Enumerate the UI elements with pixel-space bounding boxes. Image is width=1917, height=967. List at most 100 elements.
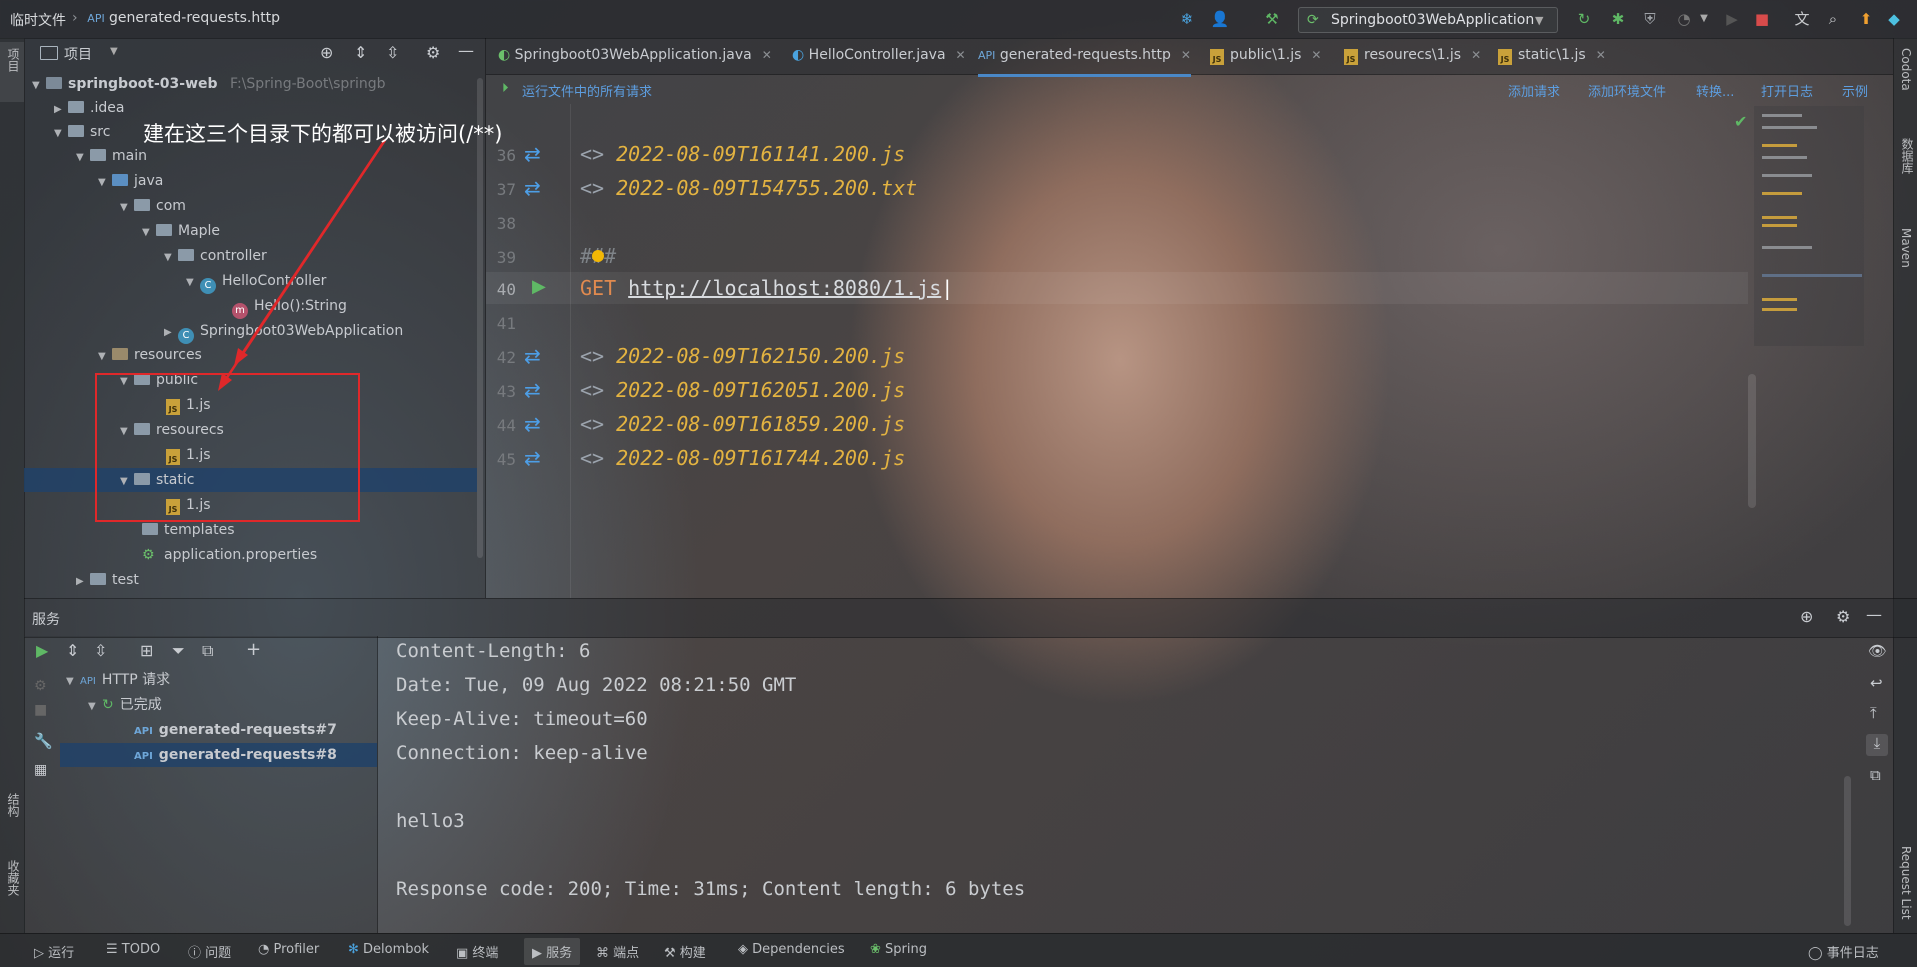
status-run[interactable]: ▷ 运行 [34, 942, 74, 961]
run-request-icon[interactable]: ▶ [532, 276, 546, 297]
minimap-line [1762, 144, 1797, 147]
tab-public-1js[interactable]: JS public\1.js ✕ [1210, 38, 1321, 74]
gutter-divider [570, 104, 571, 598]
tree-label: generated-requests#7 [158, 722, 337, 738]
services-tree-panel: ▶ ⇕ ⇳ ⊞ ⏷ ⧉ + ⚙ ■ 🔧 ▦ ▼ API HTTP 请求 ▼ ↻ 已完成 … [24, 636, 378, 933]
tab-static-1js[interactable]: JS static\1.js ✕ [1498, 38, 1606, 74]
response-file[interactable]: 2022-08-09T161744.200.js [616, 446, 905, 470]
response-link-icon[interactable]: ⇄ [524, 412, 541, 436]
no-problems-check-icon[interactable]: ✔ [1734, 112, 1747, 131]
open-log-link[interactable]: 打开日志 [1761, 81, 1813, 100]
run-all-requests-link[interactable]: 运行文件中的所有请求 [522, 81, 652, 100]
services-item-finished[interactable]: ▼ ↻ 已完成 [88, 693, 162, 717]
tab-springboot03webapplication[interactable]: ◐ Springboot03WebApplication.java ✕ [498, 38, 772, 74]
request-url[interactable]: http://localhost:8080/1.js [628, 276, 941, 300]
response-link-icon[interactable]: ⇄ [524, 344, 541, 368]
response-output[interactable]: Content-Length: 6 Date: Tue, 09 Aug 2022… [378, 636, 1868, 933]
locate-icon[interactable]: ⊕ [1800, 607, 1813, 626]
response-link-icon[interactable]: ⇄ [524, 446, 541, 470]
http-file-icon: API [978, 49, 996, 62]
minimize-icon[interactable]: — [1866, 605, 1882, 624]
copy-icon[interactable]: ⧉ [1870, 766, 1881, 784]
services-item-request-8[interactable]: API generated-requests#8 [60, 743, 377, 767]
gear-icon[interactable]: ⚙ [1836, 607, 1850, 626]
collapse-all-icon[interactable]: ⇳ [94, 641, 107, 660]
code-line-37: <> 2022-08-09T154755.200.txt [580, 176, 917, 200]
add-env-file-link[interactable]: 添加环境文件 [1588, 81, 1666, 100]
response-link-icon[interactable]: ⇄ [524, 142, 541, 166]
status-event-log[interactable]: ◯ 事件日志 [1808, 942, 1879, 961]
minimap-line [1762, 216, 1797, 219]
response-file[interactable]: 2022-08-09T162051.200.js [616, 378, 905, 402]
close-icon[interactable]: ✕ [956, 48, 966, 62]
stop-icon[interactable]: ■ [34, 702, 47, 718]
line-number: 43 [496, 382, 516, 401]
output-scrollbar[interactable] [1844, 776, 1851, 926]
response-file[interactable]: 2022-08-09T161859.200.js [616, 412, 905, 436]
code-line-40[interactable]: GET http://localhost:8080/1.js| [580, 276, 953, 300]
status-services[interactable]: ▶ 服务 [524, 938, 581, 965]
response-prefix: <> [580, 142, 605, 166]
close-icon[interactable]: ✕ [1181, 48, 1191, 62]
editor-area[interactable]: 36 ⇄ <> 2022-08-09T161141.200.js 37 ⇄ <>… [486, 104, 1893, 598]
close-icon[interactable]: ✕ [1596, 48, 1606, 62]
expand-all-icon[interactable]: ⇕ [66, 641, 79, 660]
tab-hellocontroller[interactable]: ◐ HelloController.java ✕ [792, 38, 966, 74]
response-link-icon[interactable]: ⇄ [524, 176, 541, 200]
status-build[interactable]: ⚒ 构建 [664, 942, 706, 961]
scroll-top-icon[interactable]: ⤒ [1870, 704, 1877, 722]
response-link-icon[interactable]: ⇄ [524, 378, 541, 402]
tree-label: generated-requests#8 [158, 747, 337, 763]
new-tab-icon[interactable]: ⧉ [202, 641, 213, 661]
close-icon[interactable]: ✕ [1311, 48, 1321, 62]
services-item-http-requests[interactable]: ▼ API HTTP 请求 [66, 668, 170, 692]
eye-icon[interactable]: 👁 [1868, 642, 1887, 660]
minimap[interactable] [1754, 106, 1864, 346]
status-label: Profiler [273, 942, 320, 957]
status-delombok[interactable]: ✻ Delombok [348, 942, 429, 957]
soft-wrap-icon[interactable]: ↩ [1870, 674, 1883, 692]
status-todo[interactable]: ☰ TODO [106, 942, 160, 957]
output-side-tools: 👁 ↩ ⤒ ⤓ ⧉ [1862, 636, 1892, 786]
finished-icon: ↻ [102, 697, 114, 713]
spring-icon: ❀ [870, 942, 881, 957]
add-request-link[interactable]: 添加请求 [1508, 81, 1560, 100]
close-icon[interactable]: ✕ [762, 48, 772, 62]
code-line-36: <> 2022-08-09T161141.200.js [580, 142, 905, 166]
filter-icon[interactable]: ⏷ [172, 641, 185, 661]
examples-link[interactable]: 示例 [1842, 81, 1868, 100]
group-by-icon[interactable]: ⊞ [140, 641, 153, 660]
add-icon[interactable]: + [246, 639, 261, 660]
status-profiler[interactable]: ◔ Profiler [258, 942, 319, 957]
status-label: Spring [885, 942, 927, 957]
response-prefix: <> [580, 446, 605, 470]
services-title: 服务 [32, 612, 60, 628]
status-dependencies[interactable]: ◈ Dependencies [738, 942, 845, 957]
gear-icon[interactable]: ⚙ [34, 678, 47, 694]
minimap-line [1762, 246, 1812, 249]
lightbulb-icon[interactable] [592, 250, 604, 262]
scroll-end-icon[interactable]: ⤓ [1866, 734, 1888, 756]
line-number: 39 [496, 248, 516, 267]
wrench-icon[interactable]: 🔧 [34, 732, 53, 750]
convert-link[interactable]: 转换... [1696, 81, 1734, 100]
tab-generated-requests[interactable]: API generated-requests.http ✕ [978, 38, 1191, 77]
status-spring[interactable]: ❀ Spring [870, 942, 927, 957]
run-icon[interactable]: ▶ [36, 641, 48, 660]
services-item-request-7[interactable]: API generated-requests#7 [134, 718, 337, 742]
class-icon: ◐ [792, 47, 805, 63]
status-terminal[interactable]: ▣ 终端 [456, 942, 498, 961]
response-file[interactable]: 2022-08-09T162150.200.js [616, 344, 905, 368]
response-file[interactable]: 2022-08-09T154755.200.txt [616, 176, 917, 200]
tab-label: generated-requests.http [999, 47, 1171, 63]
status-problems[interactable]: ⓘ 问题 [188, 942, 231, 961]
layout-icon[interactable]: ▦ [34, 762, 47, 778]
status-endpoints[interactable]: ⌘ 端点 [596, 942, 639, 961]
run-all-icon[interactable]: ⏵ [502, 81, 509, 96]
response-file[interactable]: 2022-08-09T161141.200.js [616, 142, 905, 166]
minimap-line [1762, 192, 1802, 195]
close-icon[interactable]: ✕ [1471, 48, 1481, 62]
editor-scrollbar[interactable] [1748, 374, 1756, 508]
tab-resourecs-1js[interactable]: JS resourecs\1.js ✕ [1344, 38, 1481, 74]
code-line-42: <> 2022-08-09T162150.200.js [580, 344, 905, 368]
